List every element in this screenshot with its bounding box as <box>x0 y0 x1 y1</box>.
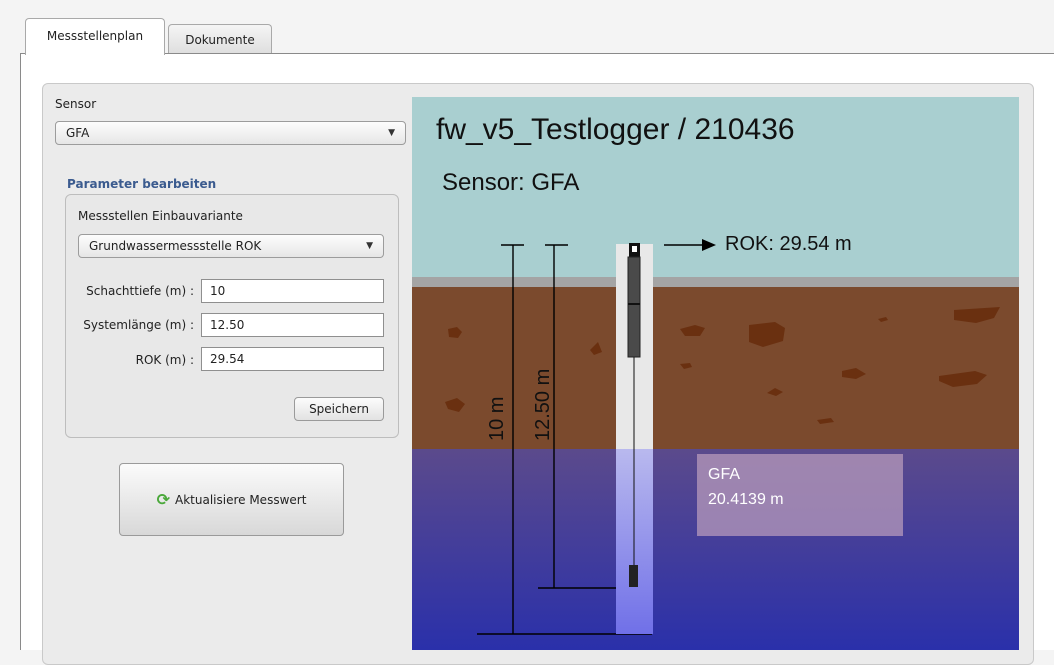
parameter-section-title: Parameter bearbeiten <box>67 177 217 191</box>
save-button[interactable]: Speichern <box>294 397 384 421</box>
well-tube-upper <box>627 256 641 358</box>
variant-label: Messstellen Einbauvariante <box>78 209 243 223</box>
sensor-label: Sensor <box>55 97 97 111</box>
rok-input[interactable]: 29.54 <box>201 347 384 371</box>
tab-messstellenplan[interactable]: Messstellenplan <box>25 18 165 55</box>
ground-surface <box>412 277 1019 287</box>
systemlaenge-input[interactable]: 12.50 <box>201 313 384 337</box>
chevron-down-icon: ▼ <box>366 241 373 251</box>
sensor-probe <box>629 565 638 587</box>
sensor-select-value: GFA <box>66 126 90 140</box>
reading-value: 20.4139 m <box>708 491 784 508</box>
reading-box: GFA 20.4139 m <box>697 454 903 536</box>
tab-dokumente[interactable]: Dokumente <box>168 24 272 54</box>
tab-bar: Messstellenplan Dokumente <box>20 0 1054 55</box>
schachttiefe-dimension-label: 10 m <box>486 396 508 441</box>
chevron-down-icon: ▼ <box>388 128 395 138</box>
variant-select-value: Grundwassermessstelle ROK <box>89 239 262 253</box>
well-diagram: fw_v5_Testlogger / 210436 Sensor: GFA RO… <box>412 97 1019 650</box>
rok-label: ROK (m) : <box>135 353 194 367</box>
systemlaenge-label: Systemlänge (m) : <box>83 318 194 332</box>
schachttiefe-label: Schachttiefe (m) : <box>86 284 194 298</box>
update-measurement-label: Aktualisiere Messwert <box>175 493 307 507</box>
diagram-rok-label: ROK: 29.54 m <box>725 233 852 255</box>
schachttiefe-input[interactable]: 10 <box>201 279 384 303</box>
sensor-select[interactable]: GFA ▼ <box>55 121 406 145</box>
update-measurement-button[interactable]: ⟳ Aktualisiere Messwert <box>119 463 344 536</box>
reading-sensor: GFA <box>708 466 741 483</box>
systemlaenge-dimension-label: 12.50 m <box>532 368 554 441</box>
diagram-sensor-line: Sensor: GFA <box>442 169 580 196</box>
diagram-title: fw_v5_Testlogger / 210436 <box>436 113 795 146</box>
refresh-icon: ⟳ <box>156 490 170 509</box>
well-cap-inner <box>632 246 637 252</box>
variant-select[interactable]: Grundwassermessstelle ROK ▼ <box>78 234 384 258</box>
